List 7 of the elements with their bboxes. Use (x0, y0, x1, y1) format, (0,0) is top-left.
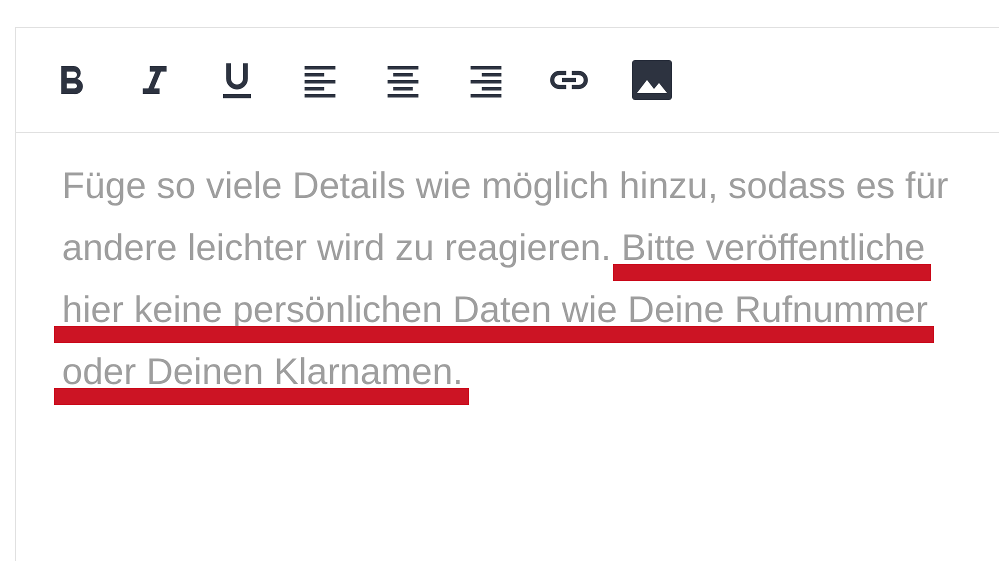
image-button[interactable] (631, 59, 673, 101)
placeholder-text: andere leichter wird zu reagieren. (62, 227, 612, 268)
placeholder-text: Bitte veröffentliche (621, 227, 926, 268)
placeholder-text: oder Deinen Klarnamen. (62, 351, 464, 392)
image-icon (631, 59, 673, 101)
placeholder-text: hier keine persönlichen Daten wie Deine Rufnummer (62, 289, 928, 330)
placeholder-text: Füge so viele Details wie möglich hinzu, sodass es für (62, 165, 948, 206)
